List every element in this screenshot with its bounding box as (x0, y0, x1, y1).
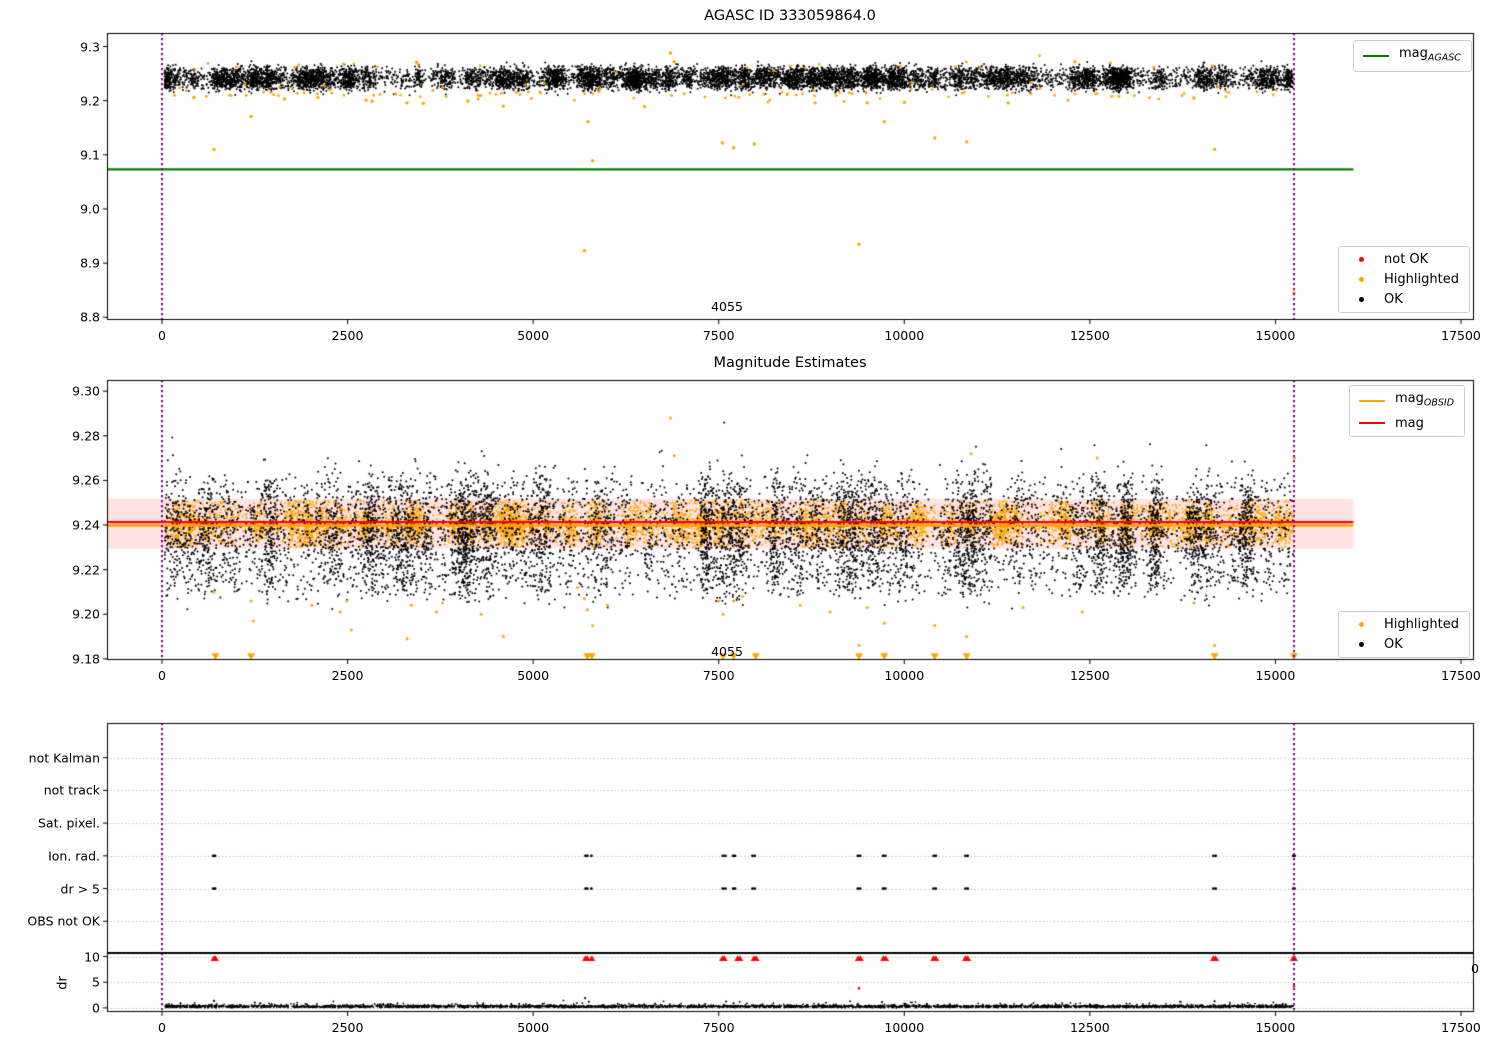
legend-label-text: Highlighted (1384, 272, 1459, 287)
dr-axis-label: dr (55, 976, 71, 990)
legend-label-text: mag (1399, 46, 1428, 61)
middle-plot-title: Magnitude Estimates (713, 355, 867, 371)
x-tick-label: 0 (158, 328, 166, 343)
y-tick-label: 8.9 (80, 255, 100, 271)
legend-dot-swatch (1348, 622, 1374, 627)
legend-label: Highlighted (1384, 272, 1459, 287)
legend-line-swatch (1363, 54, 1389, 57)
legend-entry: OK (1348, 292, 1459, 307)
x-tick-label: 5000 (517, 668, 550, 683)
x-tick-label: 12500 (1069, 668, 1110, 683)
figure: AGASC ID 333059864.0 Magnitude Estimates… (0, 0, 1500, 1050)
y-tick-label: Sat. pixel. (38, 815, 100, 831)
x-tick-label: 7500 (702, 1020, 735, 1035)
x-tick-label: 2500 (331, 328, 364, 343)
x-tick-label: 2500 (331, 1020, 364, 1035)
y-tick-label: 9.3 (80, 39, 100, 55)
legend-entry: not OK (1348, 252, 1459, 267)
x-tick-label: 5000 (517, 1020, 550, 1035)
y-tick-label: 9.1 (80, 147, 100, 163)
legend-label: mag (1395, 416, 1424, 431)
legend-entry: Highlighted (1348, 617, 1459, 632)
x-tick-label: 7500 (702, 668, 735, 683)
x-tick-label: 15000 (1255, 1020, 1296, 1035)
y-tick-label: 9.22 (72, 562, 100, 578)
legend-label: OK (1384, 292, 1403, 307)
legend-entry: OK (1348, 637, 1459, 652)
middle-obsid-annotation: 4055 (711, 644, 743, 659)
y-tick-label: Ion. rad. (48, 848, 100, 864)
x-tick-label: 17500 (1441, 328, 1481, 343)
y-tick-label: not Kalman (28, 750, 100, 766)
y-tick-label: 9.0 (80, 201, 100, 217)
x-tick-label: 12500 (1069, 1020, 1110, 1035)
x-tick-label: 17500 (1441, 668, 1481, 683)
y-tick-label: dr > 5 (60, 881, 100, 897)
legend-line-swatch (1359, 399, 1385, 402)
x-tick-label: 2500 (331, 668, 364, 683)
y-tick-label: 9.24 (72, 517, 100, 533)
x-tick-label: 10000 (884, 668, 925, 683)
y-tick-label: 9.2 (80, 93, 100, 109)
y-tick-label: 9.28 (72, 428, 100, 444)
y-tick-label: 8.8 (80, 309, 100, 325)
y-tick-label: not track (43, 782, 100, 798)
legend-mag-lines: magOBSID mag (1349, 385, 1466, 437)
legend-label: magOBSID (1395, 391, 1454, 411)
legend-entry: magAGASC (1363, 46, 1461, 66)
legend-line-swatch (1359, 422, 1385, 425)
y-tick-label: 10 (84, 949, 100, 965)
legend-label-text: OK (1384, 292, 1403, 307)
legend-label-subscript: OBSID (1423, 397, 1455, 409)
y-tick-label: 9.30 (72, 383, 100, 399)
legend-entry: Highlighted (1348, 272, 1459, 287)
x-tick-label: 10000 (884, 328, 925, 343)
x-tick-label: 5000 (517, 328, 550, 343)
y-tick-label: 9.18 (72, 651, 100, 667)
top-plot-title: AGASC ID 333059864.0 (704, 8, 876, 24)
legend-label-text: OK (1384, 637, 1403, 652)
legend-entry: mag (1359, 416, 1454, 431)
y-tick-label: OBS not OK (27, 913, 100, 929)
x-tick-label: 15000 (1255, 668, 1296, 683)
legend-dot-swatch (1348, 297, 1374, 302)
top-obsid-annotation: 4055 (711, 299, 743, 314)
legend-label-subscript: AGASC (1427, 52, 1461, 64)
legend-label: Highlighted (1384, 617, 1459, 632)
x-tick-label: 17500 (1441, 1020, 1481, 1035)
y-tick-label: 0 (92, 1000, 100, 1016)
legend-point-types: Highlighted OK (1338, 611, 1470, 658)
legend-label: OK (1384, 637, 1403, 652)
legend-point-types: not OK Highlighted OK (1338, 246, 1470, 313)
legend-mag-agasc: magAGASC (1353, 40, 1472, 72)
legend-entry: magOBSID (1359, 391, 1454, 411)
x-tick-label: 7500 (702, 328, 735, 343)
x-tick-label: 15000 (1255, 328, 1296, 343)
x-tick-label: 0 (158, 1020, 166, 1035)
legend-dot-swatch (1348, 257, 1374, 262)
legend-dot-swatch (1348, 642, 1374, 647)
y-tick-label: 9.20 (72, 606, 100, 622)
legend-dot-swatch (1348, 277, 1374, 282)
x-tick-label: 12500 (1069, 328, 1110, 343)
y-tick-label: 5 (92, 974, 100, 990)
legend-label-text: not OK (1384, 252, 1429, 267)
figure-canvas (0, 0, 1500, 1050)
clipped-tick-label: 0 (1471, 961, 1479, 976)
x-tick-label: 10000 (884, 1020, 925, 1035)
legend-label-text: mag (1395, 391, 1424, 406)
legend-label-text: mag (1395, 415, 1424, 431)
legend-label-text: Highlighted (1384, 617, 1459, 632)
x-tick-label: 0 (158, 668, 166, 683)
legend-label: not OK (1384, 252, 1428, 267)
legend-label: magAGASC (1399, 46, 1461, 66)
y-tick-label: 9.26 (72, 472, 100, 488)
